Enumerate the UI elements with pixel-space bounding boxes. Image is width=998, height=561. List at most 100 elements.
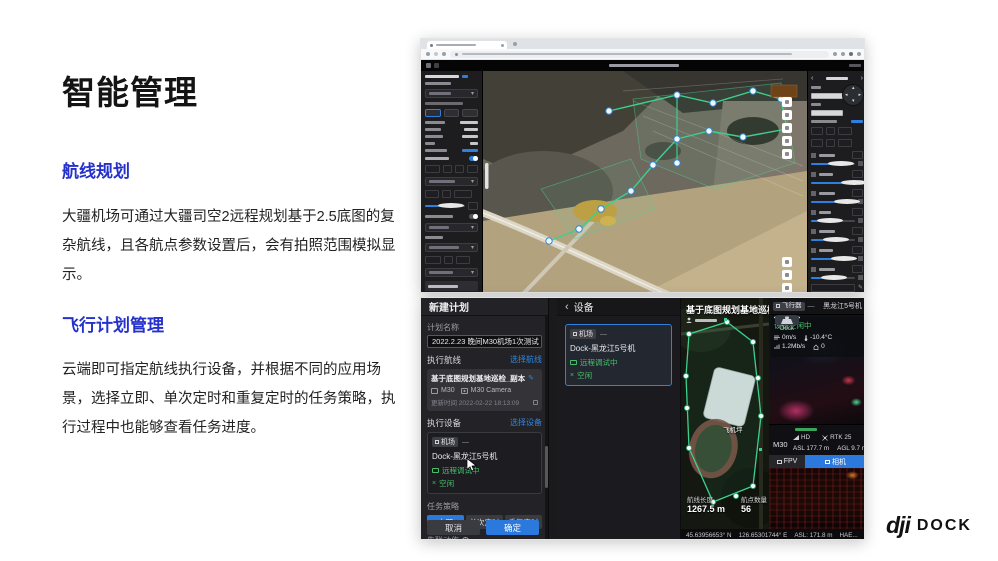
forward-icon[interactable] xyxy=(434,52,438,56)
cancel-button[interactable]: 取消 xyxy=(427,520,480,535)
chip-option[interactable] xyxy=(462,109,478,117)
confirm-button[interactable]: 确定 xyxy=(486,520,539,535)
slider[interactable] xyxy=(811,277,855,279)
fpv-night-feed[interactable] xyxy=(769,468,865,529)
input-row xyxy=(425,256,478,264)
scrollbar-track[interactable] xyxy=(545,316,548,540)
value-input[interactable] xyxy=(456,256,470,264)
dock-thumb-label: Dock xyxy=(780,326,794,332)
value-input[interactable] xyxy=(826,139,835,147)
pencil-icon[interactable]: ✎ xyxy=(858,285,863,291)
next-waypoint-icon[interactable]: › xyxy=(861,75,863,82)
browser-tab[interactable] xyxy=(427,41,507,49)
menu-icon[interactable] xyxy=(857,52,861,56)
map-locate-button[interactable] xyxy=(782,136,792,146)
map-measure-button[interactable] xyxy=(782,110,792,120)
chip-option[interactable] xyxy=(444,109,460,117)
info-icon[interactable]: i xyxy=(462,537,469,540)
collapse-icon[interactable]: — xyxy=(808,303,815,310)
mission-map-canvas[interactable]: 基于底图规划基地巡检 飞机坪 航线长度 1267.5 m 航点数量 56 xyxy=(681,298,769,529)
tab-close-icon[interactable] xyxy=(501,44,504,47)
zoom-out-button[interactable] xyxy=(782,270,792,280)
slider[interactable] xyxy=(811,258,855,260)
value-input[interactable] xyxy=(454,190,472,198)
plan-name-input[interactable]: 2022.2.23 晚间M30机场1次测试 xyxy=(427,335,542,348)
dji-brand-mark: dji xyxy=(886,512,910,539)
param-select[interactable]: ▾ xyxy=(425,243,478,252)
longitude-input[interactable] xyxy=(811,110,843,116)
slider[interactable] xyxy=(811,239,855,241)
gimbal-dpad-control[interactable]: ▴▾ ◂▸ xyxy=(842,84,864,106)
value-input[interactable] xyxy=(425,256,441,264)
extensions-icon[interactable] xyxy=(841,52,845,56)
coordinates-status-bar: 45.63956653° N 126.65301744° E ASL: 171.… xyxy=(681,529,865,540)
param-slider-group xyxy=(811,246,863,254)
value-input[interactable] xyxy=(811,139,823,147)
select-device-link[interactable]: 选择设备 xyxy=(510,417,542,429)
route-name: 基于底图规划基地巡检_副本 xyxy=(431,373,525,384)
slider-row xyxy=(811,199,863,204)
aircraft-name: 黑龙江5号机 xyxy=(823,301,862,311)
selected-device-card[interactable]: 机场 — Dock-黑龙江5号机 远程调试中 ×空闲 xyxy=(565,324,672,386)
back-chevron-icon[interactable]: ‹ xyxy=(565,301,569,313)
new-tab-icon[interactable] xyxy=(513,42,517,46)
zoom-in-button[interactable] xyxy=(782,257,792,267)
slider[interactable] xyxy=(425,205,465,207)
planning-map-canvas[interactable] xyxy=(483,71,807,293)
value-input[interactable] xyxy=(443,165,452,173)
value-input[interactable] xyxy=(444,256,453,264)
app-menu-icon[interactable] xyxy=(426,63,431,68)
address-bar[interactable] xyxy=(450,51,829,58)
param-select[interactable]: ▾ xyxy=(425,223,478,232)
value-input[interactable] xyxy=(455,165,464,173)
footer-row[interactable] xyxy=(425,281,478,291)
collapse-icon[interactable]: — xyxy=(462,439,469,446)
map-layers-button[interactable] xyxy=(782,97,792,107)
value-input[interactable] xyxy=(838,139,852,147)
map-draw-button[interactable] xyxy=(782,123,792,133)
collapse-icon[interactable]: — xyxy=(600,331,607,338)
toggle[interactable] xyxy=(469,214,478,219)
back-icon[interactable] xyxy=(426,52,430,56)
latitude-input[interactable] xyxy=(811,93,843,99)
toggle-row xyxy=(425,156,478,161)
route-type-select[interactable]: ▾ xyxy=(425,89,478,98)
bookmark-icon[interactable] xyxy=(833,52,837,56)
camera-tab[interactable]: 相机 xyxy=(805,455,865,468)
value-input[interactable] xyxy=(425,165,440,173)
slider[interactable] xyxy=(811,220,855,222)
profile-icon[interactable] xyxy=(849,52,853,56)
slider[interactable] xyxy=(811,201,855,203)
route-card[interactable]: 基于底图规划基地巡检_副本 ✎ M30 M30 Camera 更新时间 2022… xyxy=(427,369,542,411)
app-home-icon[interactable] xyxy=(434,63,439,68)
compass-button[interactable] xyxy=(782,283,792,293)
value-input[interactable] xyxy=(838,127,852,135)
value-input[interactable] xyxy=(425,190,439,198)
detail-icon[interactable] xyxy=(533,400,538,405)
edit-pencil-icon[interactable]: ✎ xyxy=(528,375,534,382)
blue-link-bar[interactable] xyxy=(462,149,478,152)
slider[interactable] xyxy=(811,163,855,165)
lost-action-header: 失联动作 i xyxy=(427,535,542,540)
prev-waypoint-icon[interactable]: ‹ xyxy=(811,75,813,82)
select-route-link[interactable]: 选择航线 xyxy=(510,354,542,366)
kv-row xyxy=(425,142,478,145)
dock-name: Dock-黑龙江5号机 xyxy=(570,343,667,354)
route-name-input[interactable] xyxy=(811,284,855,292)
param-select[interactable]: ▾ xyxy=(425,177,478,186)
fpv-tab[interactable]: FPV xyxy=(769,455,805,468)
value-input[interactable] xyxy=(442,190,451,198)
scrollbar-thumb[interactable] xyxy=(545,446,548,488)
slider[interactable] xyxy=(811,182,855,184)
reload-icon[interactable] xyxy=(442,52,446,56)
toggle[interactable] xyxy=(469,156,478,161)
map-fit-button[interactable] xyxy=(782,149,792,159)
blue-action-bar[interactable] xyxy=(851,120,863,123)
dock-status: 远程调试中 xyxy=(580,357,618,368)
value-input[interactable] xyxy=(467,165,478,173)
value-input[interactable] xyxy=(811,127,823,135)
param-select[interactable]: ▾ xyxy=(425,268,478,277)
device-card[interactable]: 机场 — Dock-黑龙江5号机 远程调试中 ×空闲 xyxy=(427,432,542,494)
chip-option[interactable] xyxy=(425,109,441,117)
value-input[interactable] xyxy=(826,127,835,135)
